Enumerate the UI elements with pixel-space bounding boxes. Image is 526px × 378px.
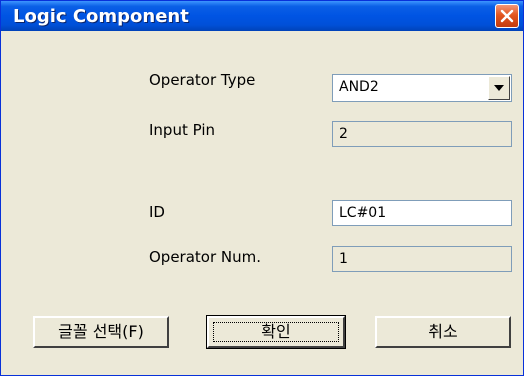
title-bar[interactable]: Logic Component [1, 1, 523, 31]
id-field[interactable]: LC#01 [332, 200, 512, 226]
window-title: Logic Component [13, 6, 189, 27]
close-icon [500, 9, 514, 23]
input-pin-label: Input Pin [149, 121, 215, 139]
font-select-button[interactable]: 글꼴 선택(F) [33, 316, 169, 348]
font-select-label: 글꼴 선택(F) [58, 322, 144, 341]
close-button[interactable] [495, 4, 519, 28]
chevron-down-icon [494, 85, 504, 91]
input-pin-field: 2 [332, 121, 512, 147]
logic-component-dialog: Logic Component Operator Type AND2 Input… [0, 0, 524, 376]
operator-num-label: Operator Num. [149, 248, 262, 266]
operator-num-field: 1 [332, 246, 512, 272]
cancel-label: 취소 [428, 322, 458, 341]
dropdown-button[interactable] [488, 76, 510, 100]
operator-type-select[interactable]: AND2 [332, 74, 512, 102]
ok-label: 확인 [261, 322, 291, 341]
operator-type-value: AND2 [339, 79, 379, 95]
ok-button[interactable]: 확인 [206, 315, 346, 349]
operator-type-label: Operator Type [149, 71, 256, 89]
id-label: ID [149, 203, 165, 221]
cancel-button[interactable]: 취소 [375, 316, 511, 348]
